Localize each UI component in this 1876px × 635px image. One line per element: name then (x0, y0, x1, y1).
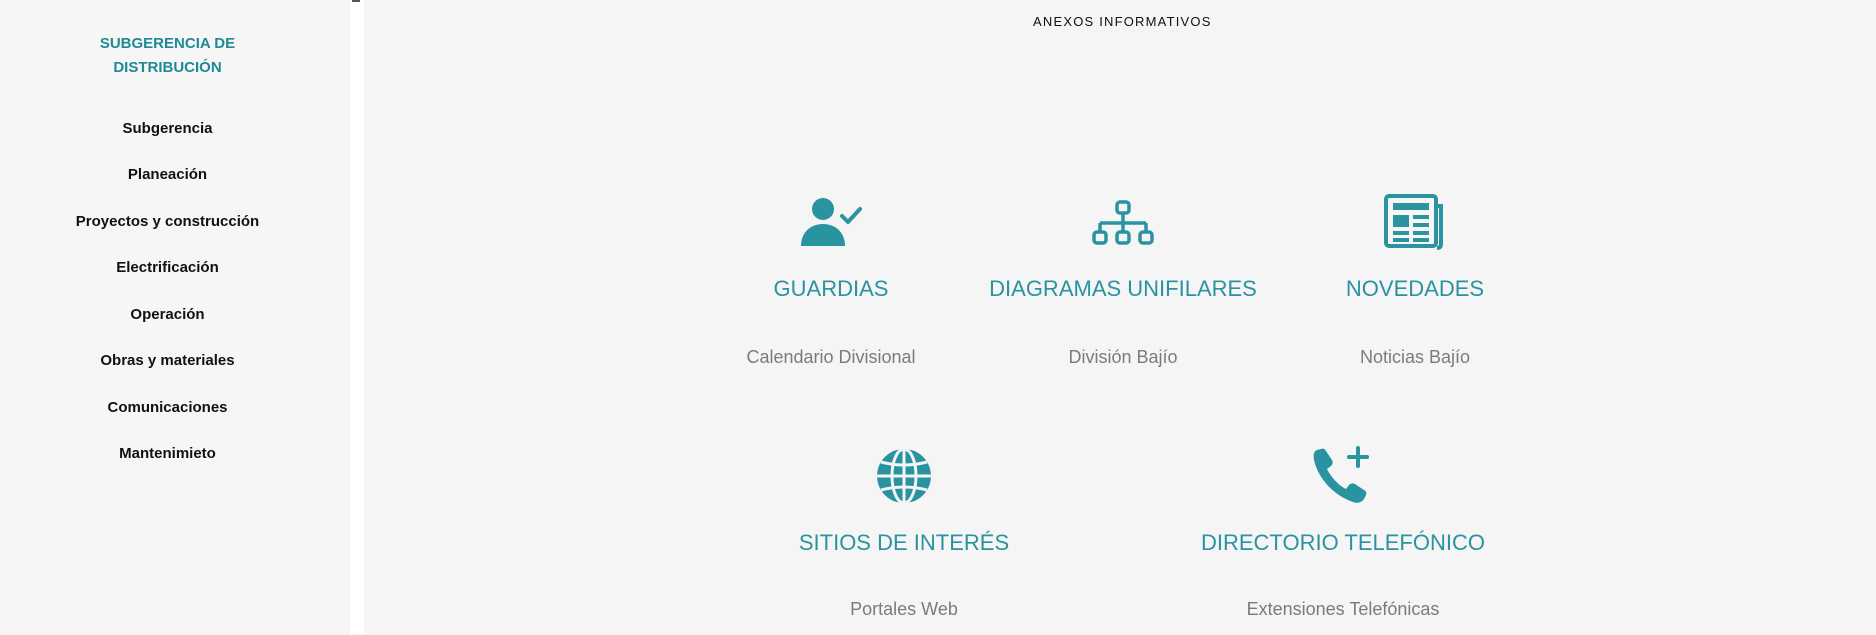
sidebar-item-subgerencia[interactable]: Subgerencia (0, 120, 335, 137)
card-subtitle: Calendario Divisional (746, 347, 916, 367)
sidebar-item-planeacion[interactable]: Planeación (0, 166, 335, 183)
sidebar-title-line1: SUBGERENCIA DE (99, 35, 236, 52)
newspaper-icon (1384, 194, 1443, 250)
card-subtitle: Extensiones Telefónicas (1246, 599, 1440, 619)
card-directorio-telefonico[interactable]: DIRECTORIO TELEFÓNICO Extensiones Telefó… (1193, 446, 1493, 626)
sidebar: SUBGERENCIA DE DISTRIBUCIÓN Subgerencia … (0, 0, 350, 635)
sidebar-item-electrificacion[interactable]: Electrificación (0, 259, 335, 276)
user-check-icon (801, 198, 862, 246)
card-novedades[interactable]: NOVEDADES Noticias Bajío (1265, 192, 1565, 372)
phone-add-icon (1313, 446, 1369, 503)
card-title: DIAGRAMAS UNIFILARES (989, 276, 1257, 301)
card-sitios-de-interes[interactable]: SITIOS DE INTERÉS Portales Web (754, 446, 1054, 626)
sitemap-icon (1092, 200, 1154, 245)
card-subtitle: Portales Web (850, 599, 958, 619)
sidebar-item-comunicaciones[interactable]: Comunicaciones (0, 399, 335, 416)
page-title: ANEXOS INFORMATIVOS (1033, 14, 1212, 29)
card-title: NOVEDADES (1345, 276, 1485, 301)
sidebar-item-mantenimiento[interactable]: Mantenimieto (0, 445, 335, 462)
card-guardias[interactable]: GUARDIAS Calendario Divisional (681, 192, 981, 372)
card-title: GUARDIAS (773, 276, 889, 301)
card-diagramas-unifilares[interactable]: DIAGRAMAS UNIFILARES División Bajío (973, 192, 1273, 372)
corner-mark (352, 0, 360, 2)
card-subtitle: División Bajío (1068, 347, 1178, 367)
globe-icon (877, 447, 931, 505)
card-subtitle: Noticias Bajío (1359, 347, 1471, 367)
card-title: SITIOS DE INTERÉS (798, 530, 1010, 555)
card-title: DIRECTORIO TELEFÓNICO (1200, 530, 1485, 555)
sidebar-item-operacion[interactable]: Operación (0, 306, 335, 323)
sidebar-title-line2: DISTRIBUCIÓN (113, 59, 222, 76)
sidebar-divider (350, 0, 364, 635)
sidebar-title: SUBGERENCIA DE DISTRIBUCIÓN (0, 32, 335, 80)
sidebar-item-obras[interactable]: Obras y materiales (0, 352, 335, 369)
sidebar-item-proyectos[interactable]: Proyectos y construcción (0, 213, 335, 230)
